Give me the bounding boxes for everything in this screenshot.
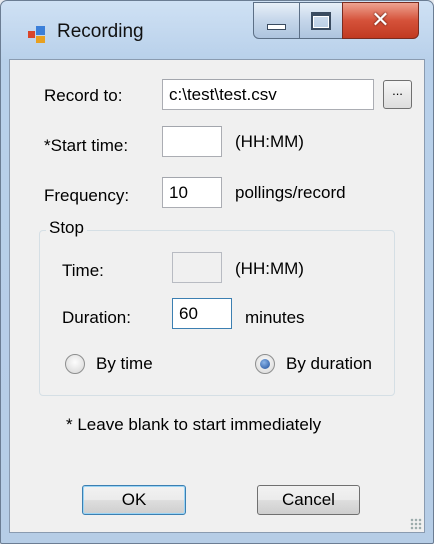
record-to-field[interactable] — [162, 79, 374, 110]
by-duration-label[interactable]: By duration — [286, 354, 372, 374]
duration-field[interactable] — [172, 298, 232, 329]
stop-time-hint: (HH:MM) — [235, 259, 304, 278]
stop-time-label: Time: — [62, 261, 104, 280]
frequency-label: Frequency: — [44, 186, 130, 205]
stop-time-field — [172, 252, 222, 283]
window-title: Recording — [57, 21, 144, 42]
start-time-hint: (HH:MM) — [235, 132, 304, 151]
record-to-label: Record to: — [44, 86, 123, 105]
minimize-button[interactable] — [253, 2, 300, 39]
title-bar[interactable]: Recording ✕ — [1, 1, 433, 59]
frequency-field[interactable] — [162, 177, 222, 208]
recording-window: Recording ✕ Record to: ... *Start time: … — [0, 0, 434, 544]
stop-group-title: Stop — [46, 218, 87, 238]
app-form-icon — [28, 26, 45, 43]
by-duration-radio[interactable] — [255, 354, 275, 374]
close-button[interactable]: ✕ — [342, 2, 419, 39]
blank-start-note: * Leave blank to start immediately — [66, 415, 322, 434]
by-time-label[interactable]: By time — [96, 354, 153, 374]
minimize-icon — [267, 23, 286, 30]
start-time-field[interactable] — [162, 126, 222, 157]
ok-button[interactable]: OK — [82, 485, 186, 515]
maximize-icon — [311, 11, 331, 30]
duration-unit: minutes — [245, 308, 305, 327]
start-time-label: *Start time: — [44, 136, 129, 155]
browse-button[interactable]: ... — [383, 80, 412, 109]
duration-label: Duration: — [62, 308, 131, 327]
maximize-button[interactable] — [299, 2, 343, 39]
resize-grip[interactable] — [410, 518, 422, 530]
cancel-button[interactable]: Cancel — [257, 485, 360, 515]
dialog-client-area: Record to: ... *Start time: (HH:MM) Freq… — [9, 59, 425, 533]
frequency-unit: pollings/record — [235, 183, 346, 202]
radio-selected-dot — [260, 359, 270, 369]
close-icon: ✕ — [371, 7, 390, 33]
by-time-radio[interactable] — [65, 354, 85, 374]
